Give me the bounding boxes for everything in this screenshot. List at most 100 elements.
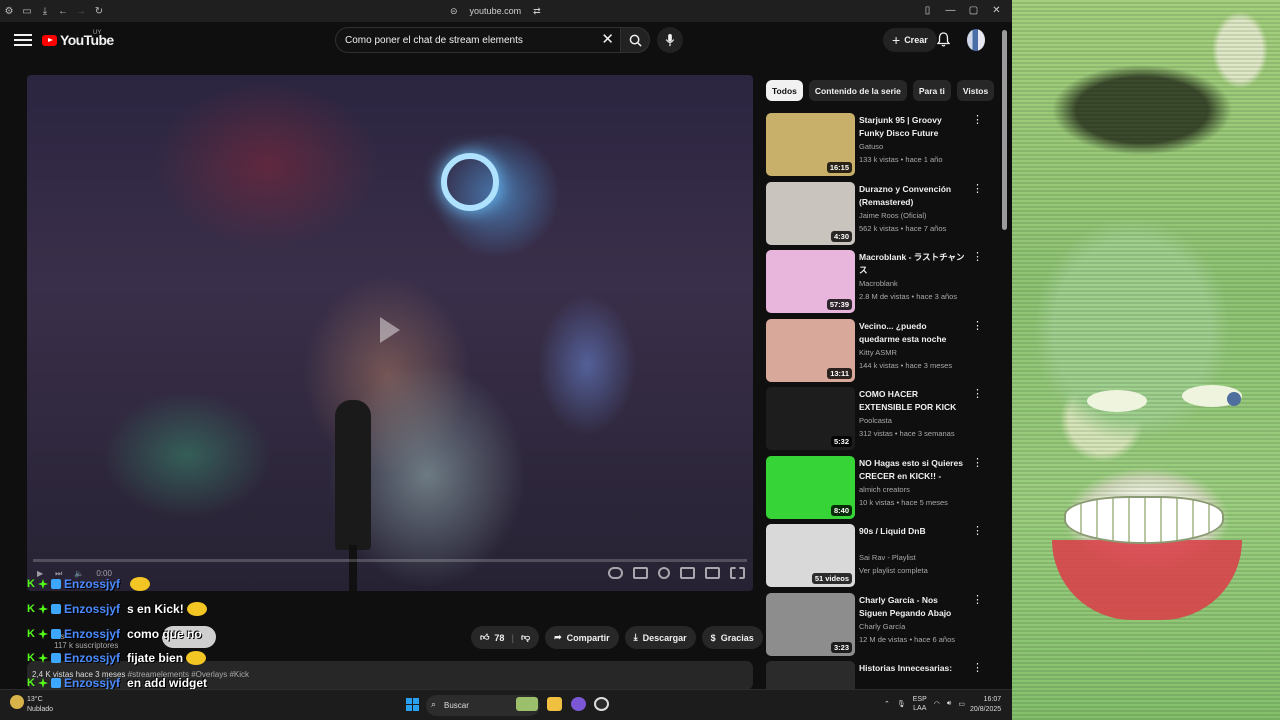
filter-chip[interactable]: Todos (766, 80, 803, 101)
tray-expand-icon[interactable]: ⌃ (884, 700, 890, 708)
video-title[interactable]: COMO HACER EXTENSIBLE POR KICK (FOLLOWER… (859, 388, 965, 415)
page-scrollbar[interactable] (1001, 22, 1008, 686)
center-play-icon[interactable] (380, 317, 402, 343)
wifi-icon[interactable]: ◠ (934, 700, 940, 708)
file-explorer-icon[interactable] (547, 697, 562, 711)
recommendation-item[interactable]: 5:32 COMO HACER EXTENSIBLE POR KICK (FOLL… (766, 387, 983, 450)
more-vertical-icon[interactable]: ⋮ (972, 183, 983, 195)
duration-badge: 8:40 (830, 504, 852, 516)
weather-widget[interactable]: 13°C Nublado (10, 695, 53, 715)
more-vertical-icon[interactable]: ⋮ (972, 320, 983, 332)
create-button[interactable]: + Crear (883, 28, 937, 52)
recommendation-item[interactable]: 51 videos 90s / Liquid DnB Sai Rav - Playl… (766, 524, 983, 587)
thumbs-down-icon[interactable]: 👎︎ (521, 632, 530, 643)
tray-mic-icon[interactable]: 🎙︎ (897, 700, 906, 708)
recommendation-item[interactable]: 13:11 Vecino... ¿puedo quedarme esta noch… (766, 318, 983, 382)
miniplayer-icon[interactable] (680, 567, 695, 579)
channel-name[interactable]: Charly García (859, 622, 905, 631)
taskbar-clock[interactable]: 16:07 20/8/2025 (970, 695, 1001, 715)
menu-icon[interactable] (14, 31, 32, 49)
clear-search-icon[interactable]: ✕ (601, 32, 614, 48)
channel-name[interactable]: Jaime Roos (Oficial) (859, 211, 927, 220)
thanks-button[interactable]: $ Gracias (701, 626, 763, 649)
voice-search-button[interactable] (657, 27, 683, 53)
minimize-icon[interactable]: — (939, 0, 962, 22)
more-vertical-icon[interactable]: ⋮ (972, 251, 983, 263)
site-info-icon[interactable]: ⊝ (450, 6, 458, 17)
speaker-icon[interactable]: 🔊︎ (947, 700, 951, 708)
video-title[interactable]: Macroblank - ラストチャンス (859, 251, 965, 277)
language-indicator[interactable]: ESP LAA (913, 695, 927, 713)
recommendation-item[interactable]: 57:39 Macroblank - ラストチャンス Macroblank 2.8 M… (766, 250, 983, 313)
video-title[interactable]: Historias Innecesarias: (859, 662, 965, 675)
taskbar-widget-icon[interactable] (516, 697, 538, 711)
video-title[interactable]: NO Hagas esto si Quieres CRECER en KICK!… (859, 457, 965, 484)
back-icon[interactable]: ← (54, 0, 72, 22)
search-button[interactable] (620, 27, 650, 53)
video-title[interactable]: Charly García - Nos Siguen Pegando Abajo… (859, 594, 965, 621)
video-thumbnail[interactable]: 8:40 (766, 455, 855, 519)
recommendation-item[interactable]: 3:23 Charly García - Nos Siguen Pegando A… (766, 592, 983, 656)
like-button[interactable]: 👍︎ 78 | 👎︎ (471, 626, 540, 649)
recommendation-item[interactable]: 8:40 NO Hagas esto si Quieres CRECER en K… (766, 455, 983, 519)
chat-username: Enzossjyf (64, 651, 121, 665)
video-thumbnail[interactable]: 3:23 (766, 592, 855, 656)
recommendation-item[interactable]: 16:15 Starjunk 95 | Groovy Funky Disco Fu… (766, 113, 983, 176)
channel-name[interactable]: Kitty ASMR (859, 348, 897, 357)
channel-name[interactable]: Macroblank (859, 279, 898, 288)
video-thumbnail[interactable]: 5:32 (766, 387, 855, 450)
windows-start-icon[interactable] (406, 698, 419, 711)
browser-app-icon[interactable] (594, 697, 609, 711)
filter-chip[interactable]: Para ti (912, 80, 951, 101)
video-thumbnail[interactable]: 16:15 (766, 113, 855, 176)
more-vertical-icon[interactable]: ⋮ (972, 662, 983, 674)
video-title[interactable]: Durazno y Convención (Remastered) (859, 183, 965, 209)
obs-app-icon[interactable] (571, 697, 586, 711)
video-thumbnail[interactable]: 57:39 (766, 250, 855, 313)
tune-icon[interactable]: ⇄ (533, 6, 541, 17)
video-player[interactable]: ▶ ⏭ 🔈 0:00 (27, 75, 753, 591)
video-thumbnail[interactable]: 4:30 (766, 181, 855, 245)
settings-gear-icon[interactable] (658, 567, 670, 579)
microphone-icon (665, 33, 675, 46)
autoplay-toggle-icon[interactable] (608, 567, 623, 579)
close-icon[interactable]: ✕ (985, 0, 1008, 22)
filter-chip[interactable]: Vistos (956, 80, 995, 101)
channel-name[interactable]: almich creators (859, 485, 910, 494)
subtitles-icon[interactable] (633, 567, 648, 579)
video-title[interactable]: Starjunk 95 | Groovy Funky Disco Future … (859, 114, 965, 141)
channel-name[interactable]: Gatuso (859, 142, 883, 151)
progress-bar[interactable] (33, 559, 747, 562)
more-vertical-icon[interactable]: ⋮ (972, 594, 983, 606)
channel-name[interactable]: Poolcasta (859, 416, 892, 425)
download-icon[interactable]: ⤓ (36, 0, 54, 22)
tab-icon[interactable]: ▯ (916, 0, 939, 22)
scrollbar-thumb[interactable] (1002, 30, 1007, 230)
more-vertical-icon[interactable]: ⋮ (972, 388, 983, 400)
filter-chip[interactable]: Contenido de la serie (808, 80, 907, 101)
search-input[interactable] (345, 34, 585, 46)
more-vertical-icon[interactable]: ⋮ (972, 457, 983, 469)
video-title[interactable]: 90s / Liquid DnB (859, 525, 965, 538)
more-vertical-icon[interactable]: ⋮ (972, 525, 983, 537)
download-button[interactable]: ⤓ Descargar (624, 626, 696, 649)
sidebar-toggle-icon[interactable]: ▭ (18, 0, 36, 22)
video-thumbnail[interactable]: 13:11 (766, 318, 855, 382)
theater-mode-icon[interactable] (705, 567, 720, 579)
recommendation-item[interactable]: 4:30 Durazno y Convención (Remastered) Jai… (766, 181, 983, 245)
settings-icon[interactable]: ⚙ (0, 0, 18, 22)
notifications-bell-icon[interactable] (937, 32, 950, 47)
more-vertical-icon[interactable]: ⋮ (972, 114, 983, 126)
url-text[interactable]: youtube.com (470, 6, 522, 16)
video-thumbnail[interactable]: 51 videos (766, 524, 855, 587)
battery-icon[interactable]: ▭ (958, 700, 965, 708)
reload-icon[interactable]: ↻ (90, 0, 108, 22)
account-avatar[interactable] (967, 29, 985, 51)
maximize-icon[interactable]: ▢ (962, 0, 985, 22)
forward-icon[interactable]: → (72, 0, 90, 22)
channel-name[interactable]: Sai Rav - Playlist (859, 553, 916, 562)
share-button[interactable]: ➦ Compartir (545, 626, 619, 649)
fullscreen-icon[interactable] (730, 567, 745, 579)
youtube-logo[interactable]: YouTube (42, 32, 114, 48)
video-title[interactable]: Vecino... ¿puedo quedarme esta noche con… (859, 320, 965, 347)
